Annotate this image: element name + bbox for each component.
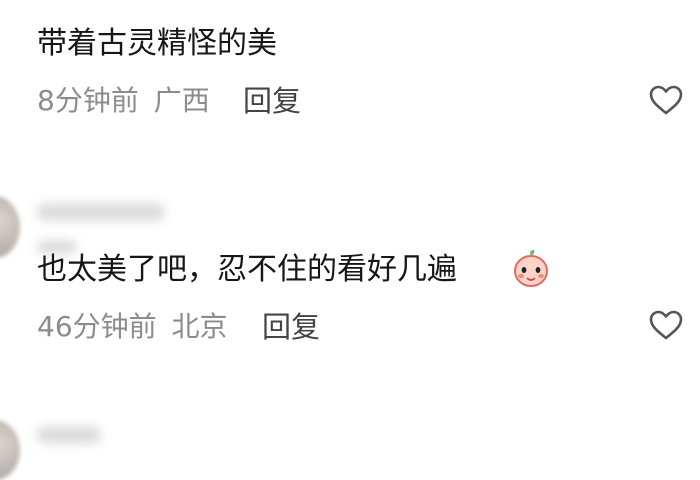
comment-2-location: 北京 xyxy=(171,310,228,343)
comment-1-text: 带着古灵精怪的美 xyxy=(37,26,277,61)
avatar[interactable] xyxy=(0,420,20,480)
comment-1-location: 广西 xyxy=(153,84,210,117)
username-blurred[interactable] xyxy=(37,203,165,221)
heart-outline-icon[interactable] xyxy=(648,84,684,116)
heart-outline-icon[interactable] xyxy=(648,309,684,341)
comment-2-meta: 46分钟前 北京 xyxy=(37,310,228,344)
comment-2-text: 也太美了吧，忍不住的看好几遍 xyxy=(37,250,457,290)
comment-2-time: 46分钟前 xyxy=(37,310,157,343)
comment-2-reply-button[interactable]: 回复 xyxy=(262,310,320,344)
comment-1-time: 8分钟前 xyxy=(37,84,139,117)
username-blurred[interactable] xyxy=(37,426,101,444)
comment-1-reply-button[interactable]: 回复 xyxy=(243,84,301,118)
comment-1-meta: 8分钟前 广西 xyxy=(37,84,210,118)
comment-2-text-content: 也太美了吧，忍不住的看好几遍 xyxy=(37,252,457,287)
avatar[interactable] xyxy=(0,196,20,258)
peach-face-emoji xyxy=(514,250,548,287)
